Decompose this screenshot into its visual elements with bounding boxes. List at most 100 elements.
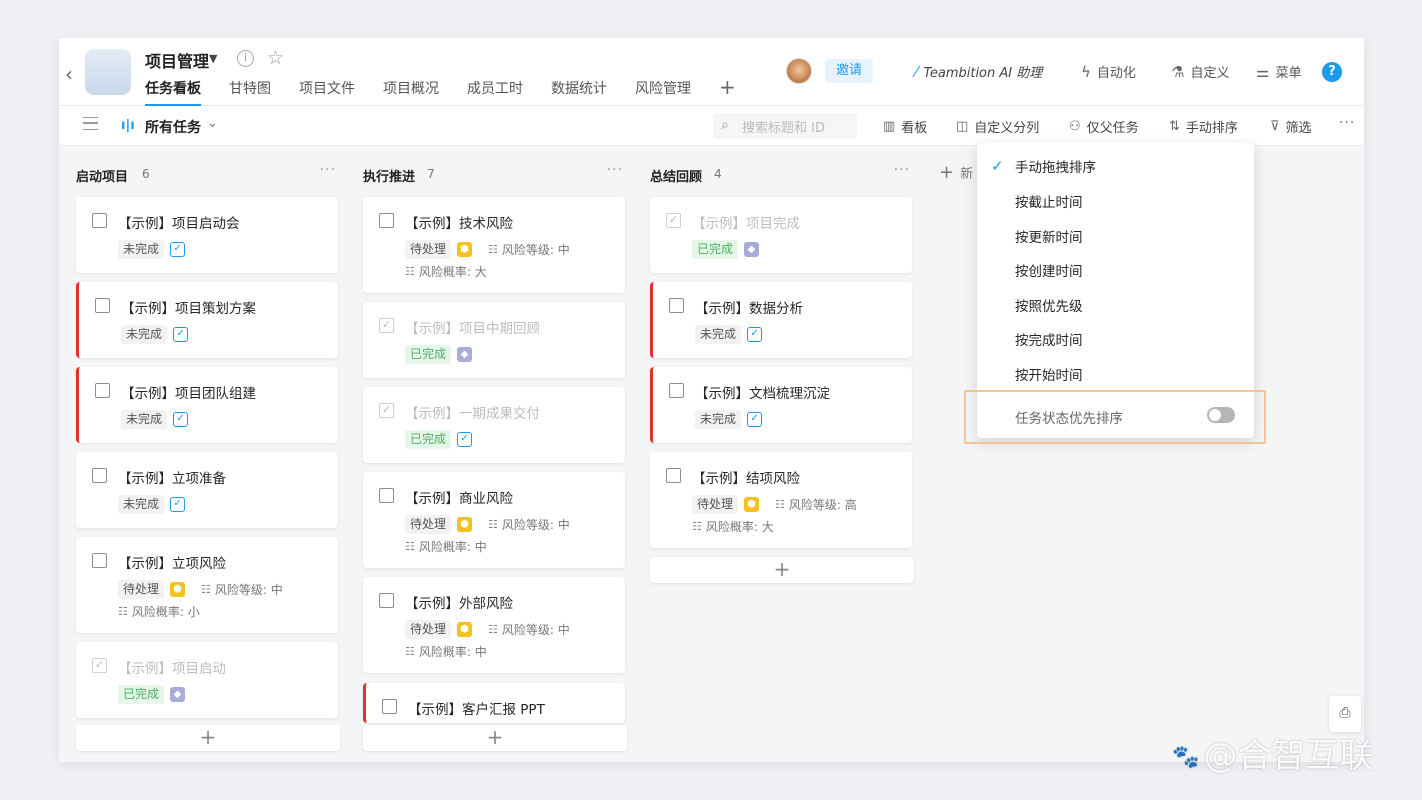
more-icon[interactable]: ···	[607, 162, 623, 178]
ai-assistant-button[interactable]: ⁄ Teambition AI 助理	[915, 62, 1042, 82]
tab-overview[interactable]: 项目概况	[383, 78, 439, 106]
back-icon[interactable]: ‹	[65, 62, 73, 86]
risk-card[interactable]: 【示例】结项风险 待处理 ⬢ ☷ 风险等级: 高 ☷ 风险概率: 大	[650, 452, 912, 548]
task-card[interactable]: ✓ 【示例】一期成果交付 已完成 ✓	[363, 387, 625, 463]
risk-level: ☷ 风险等级: 中	[488, 241, 570, 258]
task-card[interactable]: 【示例】项目启动会 未完成 ✓	[76, 197, 338, 273]
custom-group-button[interactable]: ◫ 自定义分列	[956, 117, 1039, 136]
filter-button[interactable]: ⊽ 筛选	[1270, 117, 1312, 136]
tab-files[interactable]: 项目文件	[299, 78, 355, 106]
task-meta: 未完成 ✓	[695, 410, 763, 429]
project-title[interactable]: 项目管理	[145, 48, 209, 72]
invite-button[interactable]: 邀请	[825, 59, 874, 83]
more-icon[interactable]: ···	[894, 162, 910, 178]
tab-risk[interactable]: 风险管理	[635, 78, 691, 106]
new-column-button[interactable]: + 新	[939, 162, 973, 183]
sort-option-updated[interactable]: 按更新时间	[1015, 226, 1083, 246]
status-badge[interactable]: 未完成	[695, 410, 742, 429]
tab-statistics[interactable]: 数据统计	[551, 78, 607, 106]
status-badge[interactable]: 待处理	[118, 580, 165, 599]
checkbox-checked[interactable]: ✓	[92, 658, 107, 673]
checkbox[interactable]	[95, 298, 110, 313]
add-tab-icon[interactable]: +	[719, 77, 736, 106]
checkbox[interactable]	[379, 213, 394, 228]
status-badge[interactable]: 未完成	[121, 325, 168, 344]
checkbox[interactable]	[92, 468, 107, 483]
save-icon[interactable]: ⎙	[1329, 696, 1361, 732]
avatar[interactable]	[786, 58, 812, 84]
custom-button[interactable]: ⚗ 自定义	[1171, 62, 1229, 82]
checkbox[interactable]	[92, 213, 107, 228]
risk-probability-text: 风险概率: 大	[705, 520, 774, 534]
chevron-down-icon[interactable]: ⌄	[207, 116, 218, 131]
more-icon[interactable]: ···	[320, 162, 336, 178]
status-badge[interactable]: 未完成	[118, 495, 165, 514]
tab-gantt[interactable]: 甘特图	[229, 78, 271, 106]
task-card[interactable]: 【示例】客户汇报 PPT	[363, 683, 625, 723]
status-badge[interactable]: 待处理	[405, 620, 452, 639]
hamburger-icon[interactable]	[83, 117, 98, 130]
sort-button[interactable]: ⇅ 手动排序	[1169, 117, 1238, 136]
automation-button[interactable]: ϟ 自动化	[1081, 62, 1136, 82]
task-meta: 未完成 ✓	[121, 410, 189, 429]
sort-option-due[interactable]: 按截止时间	[1015, 191, 1083, 211]
checkbox-checked[interactable]: ✓	[379, 318, 394, 333]
risk-card[interactable]: 【示例】商业风险 待处理 ⬢ ☷ 风险等级: 中 ☷ 风险概率: 中	[363, 472, 625, 568]
risk-card[interactable]: 【示例】技术风险 待处理 ⬢ ☷ 风险等级: 中 ☷ 风险概率: 大	[363, 197, 625, 293]
task-card[interactable]: ✓ 【示例】项目完成 已完成 ◆	[650, 197, 912, 273]
task-card[interactable]: 【示例】文档梳理沉淀 未完成 ✓	[650, 367, 912, 443]
watermark: 🐾 @合智互联	[1172, 728, 1373, 777]
checkbox[interactable]	[95, 383, 110, 398]
status-badge[interactable]: 已完成	[405, 430, 452, 449]
sort-option-manual[interactable]: 手动拖拽排序	[1015, 156, 1096, 176]
checkbox[interactable]	[92, 553, 107, 568]
sort-option-created[interactable]: 按创建时间	[1015, 260, 1083, 280]
status-badge[interactable]: 已完成	[692, 240, 739, 259]
board-view-button[interactable]: ▥ 看板	[883, 117, 927, 136]
help-icon[interactable]: ?	[1322, 62, 1342, 82]
status-priority-toggle[interactable]	[1207, 407, 1235, 423]
task-meta: 待处理 ⬢ ☷ 风险等级: 中	[118, 580, 283, 599]
risk-card[interactable]: 【示例】外部风险 待处理 ⬢ ☷ 风险等级: 中 ☷ 风险概率: 中	[363, 577, 625, 673]
checkbox[interactable]	[669, 383, 684, 398]
caret-down-icon[interactable]: ▼	[209, 52, 217, 65]
status-badge[interactable]: 已完成	[405, 345, 452, 364]
info-icon[interactable]: i	[237, 50, 254, 67]
status-badge[interactable]: 未完成	[121, 410, 168, 429]
status-badge[interactable]: 待处理	[405, 240, 452, 259]
status-badge[interactable]: 待处理	[405, 515, 452, 534]
tab-member-hours[interactable]: 成员工时	[467, 78, 523, 106]
view-selector[interactable]: 所有任务	[145, 117, 201, 137]
add-task-button[interactable]: +	[363, 725, 627, 751]
status-badge[interactable]: 未完成	[695, 325, 742, 344]
risk-card[interactable]: 【示例】立项风险 待处理 ⬢ ☷ 风险等级: 中 ☷ 风险概率: 小	[76, 537, 338, 633]
tab-task-board[interactable]: 任务看板	[145, 78, 201, 106]
status-badge[interactable]: 已完成	[118, 685, 165, 704]
task-card[interactable]: ✓ 【示例】项目启动 已完成 ◆	[76, 642, 338, 718]
sort-option-priority[interactable]: 按照优先级	[1015, 295, 1083, 315]
add-task-button[interactable]: +	[650, 557, 914, 583]
task-card[interactable]: 【示例】项目团队组建 未完成 ✓	[76, 367, 338, 443]
star-icon[interactable]: ☆	[267, 47, 284, 69]
checkbox[interactable]	[379, 488, 394, 503]
search-input[interactable]: ⌕ 搜索标题和 ID	[713, 113, 857, 139]
task-card[interactable]: ✓ 【示例】项目中期回顾 已完成 ◆	[363, 302, 625, 378]
more-icon[interactable]: ···	[1339, 115, 1355, 131]
checkbox[interactable]	[669, 298, 684, 313]
status-badge[interactable]: 待处理	[692, 495, 739, 514]
sort-option-completed[interactable]: 按完成时间	[1015, 329, 1083, 349]
checkbox-checked[interactable]: ✓	[666, 213, 681, 228]
add-task-button[interactable]: +	[76, 725, 340, 751]
status-badge[interactable]: 未完成	[118, 240, 165, 259]
checkbox[interactable]	[666, 468, 681, 483]
checkbox[interactable]	[382, 699, 397, 714]
menu-button[interactable]: ⚌ 菜单	[1256, 62, 1301, 82]
parent-only-button[interactable]: ⚇ 仅父任务	[1069, 117, 1139, 136]
checkbox-checked[interactable]: ✓	[379, 403, 394, 418]
checkbox[interactable]	[379, 593, 394, 608]
risk-level: ☷ 风险等级: 中	[201, 581, 283, 598]
task-card[interactable]: 【示例】立项准备 未完成 ✓	[76, 452, 338, 528]
sort-option-start[interactable]: 按开始时间	[1015, 364, 1083, 384]
task-card[interactable]: 【示例】项目策划方案 未完成 ✓	[76, 282, 338, 358]
task-card[interactable]: 【示例】数据分析 未完成 ✓	[650, 282, 912, 358]
